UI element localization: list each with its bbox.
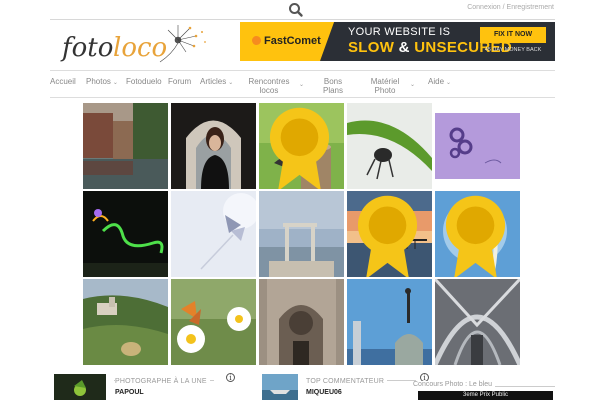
photo-butterfly-white[interactable]: [171, 191, 256, 277]
ad-guarantee-text: 45 DAY MONEY BACK: [484, 47, 542, 53]
photo-canal-houses[interactable]: [83, 103, 168, 189]
commenter-title: Top commentateur: [306, 378, 388, 385]
nav-forum[interactable]: Forum: [168, 77, 191, 86]
ad-cta-button[interactable]: FIX IT NOW: [480, 27, 546, 43]
ad-banner[interactable]: FastComet YOUR WEBSITE IS SLOW & UNSECUR…: [240, 22, 555, 61]
chevron-down-icon: ⌄: [299, 82, 305, 88]
gold-medal-icon: [445, 195, 506, 277]
featured-thumbnail: [54, 374, 106, 400]
contest-title[interactable]: Concours Photo : Le bleu: [410, 381, 495, 388]
chevron-down-icon: ⌄: [228, 80, 234, 86]
nav-photos[interactable]: Photos ⌄: [86, 77, 118, 88]
chevron-down-icon: ⌄: [112, 80, 118, 86]
photo-pier-gate[interactable]: [259, 191, 344, 277]
ad-brand: FastComet: [252, 35, 321, 47]
top-bar: Connexion / Enregistrement: [0, 0, 600, 20]
nav-fotoduelo[interactable]: Fotoduelo: [126, 77, 162, 86]
photo-grid: [83, 103, 521, 368]
chevron-down-icon: ⌄: [410, 82, 416, 88]
contest-prize-banner[interactable]: 3eme Prix Public: [418, 391, 553, 400]
logo-text-foto: foto: [60, 33, 113, 63]
main-nav: Accueil Photos ⌄ Fotoduelo Forum Articles…: [50, 70, 555, 98]
nav-accueil[interactable]: Accueil: [50, 77, 76, 86]
top-commenter[interactable]: Top commentateur MIQUEU06 i: [262, 370, 432, 400]
gold-medal-icon: [357, 195, 418, 277]
photo-vaulted-ceiling[interactable]: [435, 279, 520, 365]
featured-photographer[interactable]: Photographe à la une PAPOUL i: [54, 370, 235, 400]
site-logo[interactable]: foto loco: [60, 22, 210, 68]
photo-insect-on-leaf[interactable]: [347, 103, 432, 189]
nav-rencontres[interactable]: Rencontres locos: [246, 77, 292, 95]
ad-headline: YOUR WEBSITE IS: [348, 26, 451, 38]
photo-castle-hills[interactable]: [83, 279, 168, 365]
gold-medal-icon: [269, 107, 330, 189]
featured-name[interactable]: PAPOUL: [115, 389, 144, 396]
chevron-down-icon: ⌄: [446, 80, 452, 86]
search-icon[interactable]: [287, 2, 305, 18]
photo-butterfly-daisy[interactable]: [171, 279, 256, 365]
photo-butterfly-blue[interactable]: [435, 191, 520, 277]
logo-text-loco: loco: [113, 33, 167, 63]
divider: [50, 19, 555, 20]
photo-cathedral-facade[interactable]: [259, 279, 344, 365]
nav-articles[interactable]: Articles ⌄: [200, 77, 233, 88]
photo-statue-dome[interactable]: [347, 279, 432, 365]
nav-bons-plans[interactable]: Bons Plans: [318, 77, 348, 95]
photo-sunset-pier[interactable]: [347, 191, 432, 277]
photo-woman-portrait[interactable]: [171, 103, 256, 189]
login-link[interactable]: Connexion / Enregistrement: [467, 4, 554, 11]
photo-purple-jewel[interactable]: [435, 113, 520, 179]
featured-title: Photographe à la une: [115, 378, 210, 385]
nav-materiel[interactable]: Matériel Photo: [368, 77, 402, 95]
photo-birds-on-post[interactable]: [259, 103, 344, 189]
commenter-name[interactable]: MIQUEU06: [306, 389, 342, 396]
commenter-thumbnail: [262, 374, 298, 400]
info-icon[interactable]: i: [226, 373, 235, 382]
fastcomet-icon: [252, 36, 261, 45]
nav-aide[interactable]: Aide ⌄: [428, 77, 451, 88]
photo-light-painting[interactable]: [83, 191, 168, 277]
